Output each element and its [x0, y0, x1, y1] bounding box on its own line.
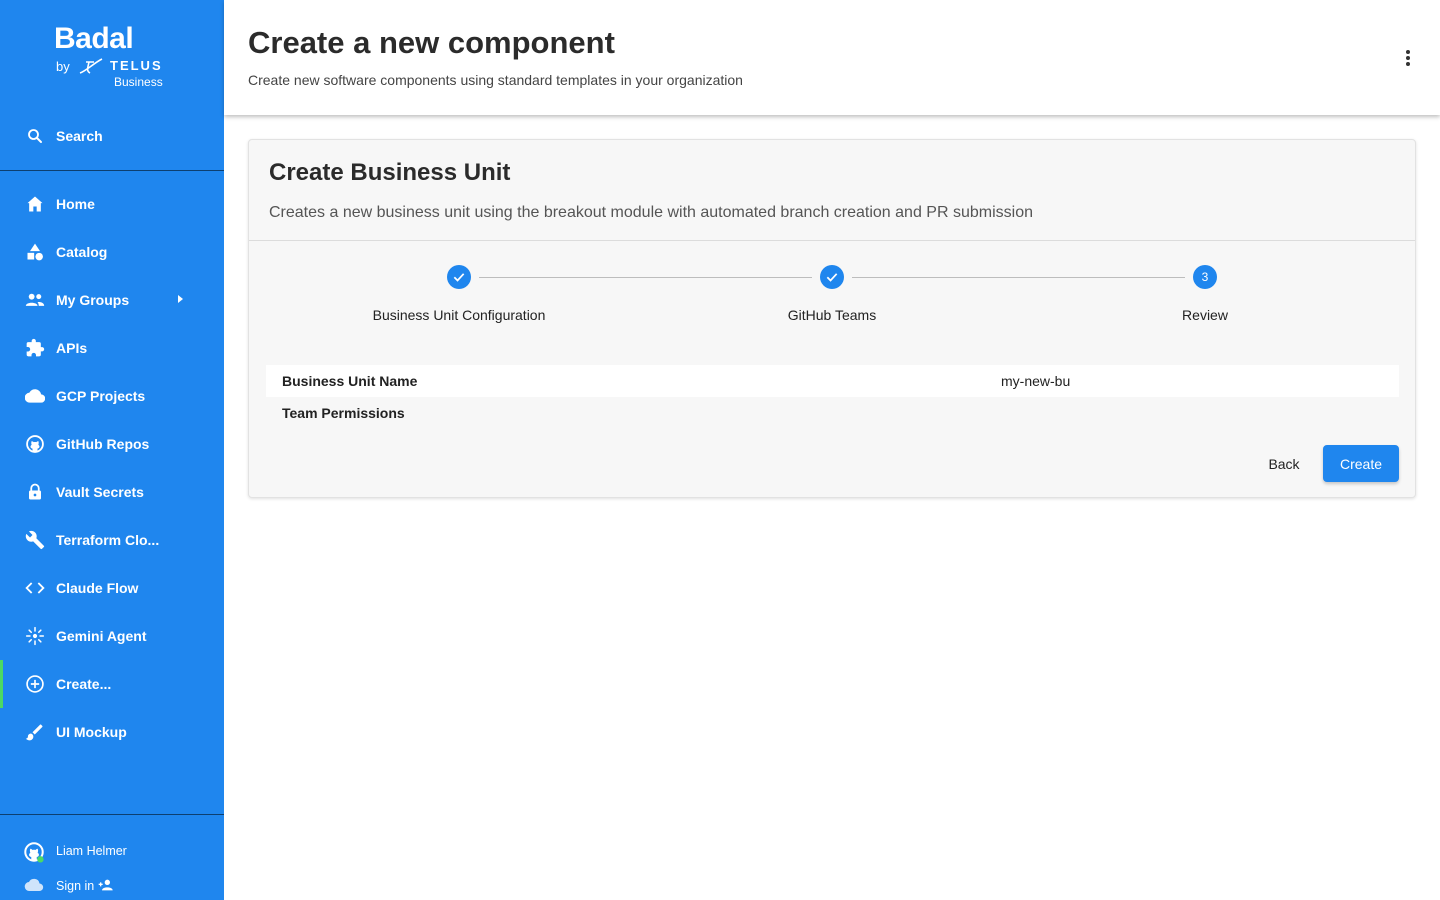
puzzle-icon	[25, 338, 45, 358]
step-3-active[interactable]: 3	[1193, 265, 1217, 289]
review-value: my-new-bu	[1001, 373, 1071, 389]
sidebar-divider	[0, 170, 224, 171]
page-title: Create a new component	[248, 25, 615, 60]
brush-icon	[25, 722, 45, 742]
catalog-icon	[25, 242, 45, 262]
step-1-complete-icon[interactable]	[447, 265, 471, 289]
sidebar-item-gemini-agent[interactable]: Gemini Agent	[0, 612, 224, 660]
chevron-right-icon	[178, 295, 183, 303]
sidebar-item-home[interactable]: Home	[0, 180, 224, 228]
sidebar-item-label: Gemini Agent	[56, 628, 147, 644]
sidebar-item-claude-flow[interactable]: Claude Flow	[0, 564, 224, 612]
add-circle-icon	[25, 674, 45, 694]
step-label: Business Unit Configuration	[372, 307, 546, 323]
sidebar-item-label: UI Mockup	[56, 724, 127, 740]
lock-icon	[25, 482, 45, 502]
sidebar-item-github-repos[interactable]: GitHub Repos	[0, 420, 224, 468]
cloud-sign-in[interactable]: Sign in	[0, 872, 224, 900]
sidebar-item-label: APIs	[56, 340, 88, 356]
brand-logo[interactable]: Badal by TELUS Business	[54, 22, 184, 92]
step-label: Review	[1182, 307, 1228, 323]
groups-icon	[25, 290, 45, 310]
sidebar-item-ui-mockup[interactable]: UI Mockup	[0, 708, 224, 756]
sidebar-item-apis[interactable]: APIs	[0, 324, 224, 372]
sidebar-search-label: Search	[56, 128, 103, 144]
sidebar-divider	[0, 814, 224, 815]
sidebar-item-terraform-cloud[interactable]: Terraform Clo...	[0, 516, 224, 564]
step-label: GitHub Teams	[787, 307, 877, 323]
sidebar: Badal by TELUS Business Search Home Cata…	[0, 0, 224, 900]
create-button[interactable]: Create	[1323, 445, 1399, 482]
brand-partner: TELUS	[110, 58, 163, 73]
search-icon	[25, 126, 45, 146]
sidebar-item-create[interactable]: Create...	[0, 660, 224, 708]
sidebar-item-label: GCP Projects	[56, 388, 146, 404]
page-subtitle: Create new software components using sta…	[248, 72, 743, 88]
page-header: Create a new component Create new softwa…	[224, 0, 1440, 115]
sidebar-item-catalog[interactable]: Catalog	[0, 228, 224, 276]
sidebar-item-my-groups[interactable]: My Groups	[0, 276, 224, 324]
brand-partner-sub: Business	[114, 75, 163, 89]
brand-by: by	[56, 59, 70, 74]
review-key: Team Permissions	[282, 405, 405, 421]
sidebar-item-label: Catalog	[56, 244, 108, 260]
wrench-icon	[25, 530, 45, 550]
step-2-complete-icon[interactable]	[820, 265, 844, 289]
sidebar-search[interactable]: Search	[0, 112, 224, 160]
review-row: Team Permissions	[266, 397, 1399, 429]
person-add-icon	[98, 879, 113, 891]
telus-mark-icon	[79, 58, 103, 74]
sidebar-item-label: My Groups	[56, 292, 130, 308]
sidebar-item-vault-secrets[interactable]: Vault Secrets	[0, 468, 224, 516]
github-avatar-icon	[23, 841, 45, 868]
card-title: Create Business Unit	[269, 159, 511, 186]
card-description: Creates a new business unit using the br…	[269, 204, 1033, 221]
sidebar-item-label: GitHub Repos	[56, 436, 150, 452]
more-options-icon[interactable]	[1396, 46, 1420, 70]
github-icon	[25, 434, 45, 454]
code-icon	[25, 578, 45, 598]
card-header: Create Business Unit Creates a new busin…	[249, 140, 1415, 241]
user-name: Liam Helmer	[56, 844, 127, 858]
sidebar-item-label: Create...	[56, 676, 112, 692]
user-profile[interactable]: Liam Helmer	[0, 837, 224, 865]
sign-in-label: Sign in	[56, 879, 95, 893]
sidebar-item-gcp-projects[interactable]: GCP Projects	[0, 372, 224, 420]
sidebar-item-label: Terraform Clo...	[56, 532, 160, 548]
back-button[interactable]: Back	[1252, 446, 1316, 482]
stepper-connector	[852, 277, 1185, 278]
template-card: Create Business Unit Creates a new busin…	[248, 139, 1416, 498]
cloud-icon	[25, 386, 45, 406]
sparkle-icon	[25, 626, 45, 646]
cloud-icon	[23, 876, 45, 899]
brand-name: Badal	[54, 22, 134, 55]
review-key: Business Unit Name	[282, 373, 418, 389]
sidebar-item-label: Claude Flow	[56, 580, 139, 596]
review-row: Business Unit Name my-new-bu	[266, 365, 1399, 397]
sidebar-item-label: Vault Secrets	[56, 484, 144, 500]
stepper-connector	[479, 277, 812, 278]
home-icon	[25, 194, 45, 214]
sidebar-item-label: Home	[56, 196, 95, 212]
